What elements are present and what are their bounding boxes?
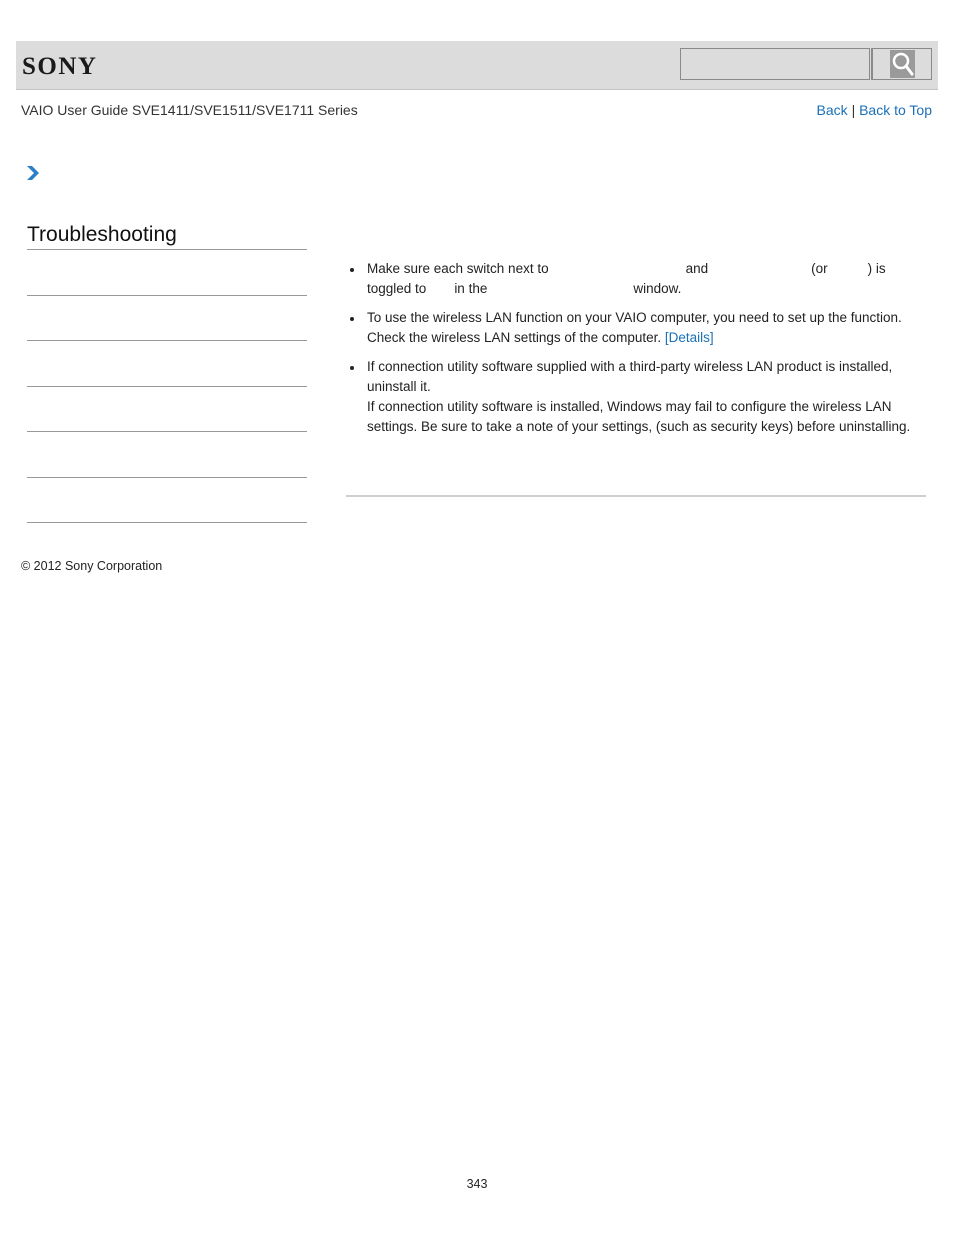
sidebar-title-rule — [27, 249, 307, 250]
back-to-top-link[interactable]: Back to Top — [859, 102, 932, 118]
text-segment: and — [685, 261, 709, 276]
text-segment: window. — [633, 281, 682, 296]
list-item: If connection utility software supplied … — [346, 357, 926, 437]
chevron-right-icon — [26, 165, 40, 186]
bullet-list: Make sure each switch next to and (or) is … — [346, 259, 926, 437]
nav-separator: | — [851, 102, 856, 118]
search-button[interactable] — [871, 48, 932, 80]
guide-title: VAIO User Guide SVE1411/SVE1511/SVE1711 … — [21, 102, 358, 118]
search-icon — [890, 50, 915, 78]
item-text: If connection utility software is instal… — [367, 399, 911, 434]
details-link[interactable]: [Details] — [665, 330, 714, 345]
page-number: 343 — [466, 1177, 488, 1191]
text-segment: ) is — [867, 261, 886, 276]
sony-logo: SONY — [22, 53, 98, 80]
list-item: To use the wireless LAN function on your… — [346, 308, 926, 348]
sidebar-divider — [27, 522, 307, 523]
text-segment: Make sure each switch next to — [367, 261, 549, 276]
main-content: Make sure each switch next to and (or) is … — [346, 259, 926, 446]
list-item: Make sure each switch next to and (or) is … — [346, 259, 926, 299]
sidebar-divider — [27, 295, 307, 296]
sidebar-divider — [27, 431, 307, 432]
item-text: If connection utility software supplied … — [367, 359, 893, 394]
sidebar-divider — [27, 477, 307, 478]
copyright: © 2012 Sony Corporation — [21, 559, 163, 573]
nav-links: Back | Back to Top — [817, 102, 932, 118]
content-divider — [346, 495, 926, 497]
search-input[interactable] — [680, 48, 870, 80]
text-segment: toggled to — [367, 281, 427, 296]
text-segment: (or — [811, 261, 828, 276]
item-text: Check the wireless LAN settings of the c… — [367, 330, 662, 345]
item-text: To use the wireless LAN function on your… — [367, 310, 902, 325]
header-bar: SONY — [16, 41, 938, 90]
sidebar-divider — [27, 386, 307, 387]
text-segment: in the — [454, 281, 488, 296]
sidebar-divider — [27, 340, 307, 341]
section-title: Troubleshooting — [27, 223, 177, 246]
back-link[interactable]: Back — [817, 102, 848, 118]
